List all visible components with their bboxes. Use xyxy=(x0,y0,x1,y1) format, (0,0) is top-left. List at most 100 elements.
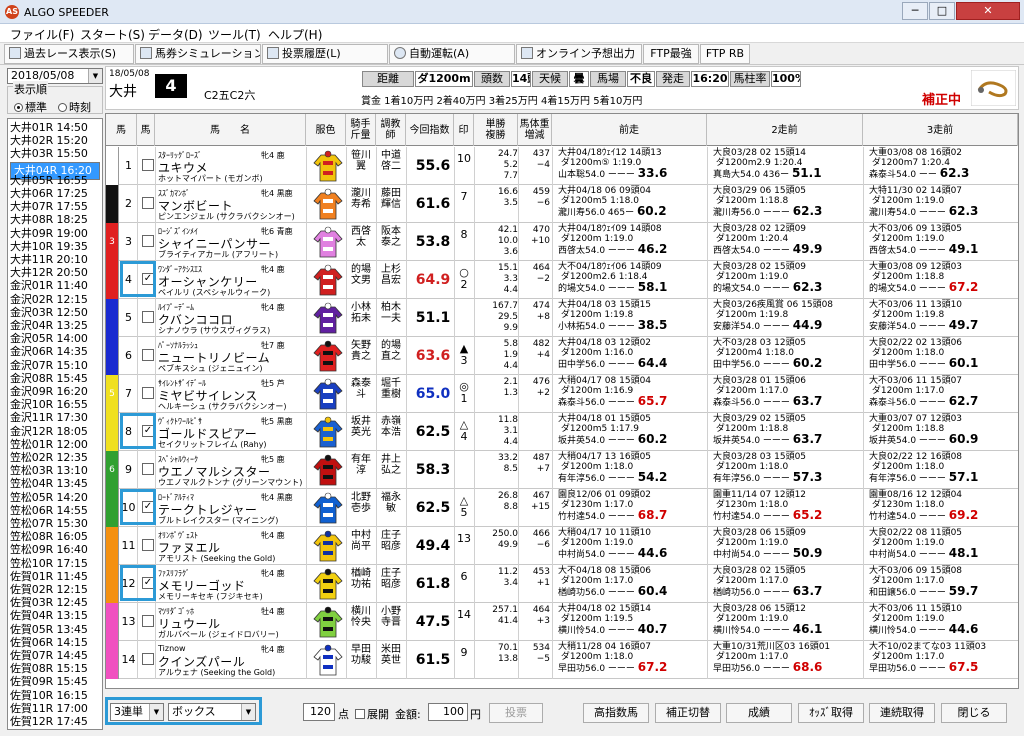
menu-file[interactable]: ファイル(F) xyxy=(10,26,74,43)
vote-button[interactable]: 投票 xyxy=(489,703,543,723)
menu-tools[interactable]: ツール(T) xyxy=(208,26,261,43)
table-row[interactable]: 10 ✓ ﾛｰﾄﾞｱﾙﾃｨﾏ 牝4 黒鹿 テークトレジャー ブルトレイクスター (マイニン… xyxy=(106,489,1018,527)
checkbox-unchecked-icon[interactable] xyxy=(142,653,154,665)
race-list-item[interactable]: 笠松07R 15:30 xyxy=(10,518,100,530)
race-list-item[interactable]: 佐賀05R 13:45 xyxy=(10,623,100,636)
table-row[interactable]: 3 3 ﾛｰｼﾞｽﾞｲﾝﾒｲ 牝6 青鹿 シャイニーパンサー ブライティアカール (アフリ… xyxy=(106,223,1018,261)
order-time-radio[interactable]: 時刻 xyxy=(58,99,91,115)
race-list-item[interactable]: 金沢09R 16:20 xyxy=(10,386,100,398)
table-row[interactable]: 2 ｽｽﾞｶﾏﾝﾎﾞ 牝4 黒鹿 マンボビート ピンエンジェル (サクラバクシンオー) 瀧… xyxy=(106,185,1018,223)
race-list-item[interactable]: 佐賀06R 14:15 xyxy=(10,636,100,649)
race-list-item[interactable]: 笠松09R 16:40 xyxy=(10,544,100,556)
race-list-item[interactable]: 金沢10R 16:55 xyxy=(10,399,100,411)
table-row[interactable]: 6 ﾊﾟｰｿﾅﾙﾗｯｼｭ 牡7 鹿ニュートリノビーム ペブキスシュ (ジェニュイン) 矢… xyxy=(106,337,1018,375)
race-list-item[interactable]: 大井12R 20:50 xyxy=(10,267,100,279)
checkbox-unchecked-icon[interactable] xyxy=(142,159,154,171)
race-list-item[interactable]: 大井08R 18:25 xyxy=(10,214,100,226)
race-list-item[interactable]: 笠松02R 12:35 xyxy=(10,452,100,464)
checkbox-unchecked-icon[interactable] xyxy=(142,539,154,551)
race-list-item[interactable]: 佐賀09R 15:45 xyxy=(10,676,100,688)
checkbox-unchecked-icon[interactable] xyxy=(142,615,154,627)
table-row[interactable]: 13 ﾏﾂﾘﾀﾞｺﾞｯﾎ 牡4 鹿リュウール ガルバベール (ジェイドロバリー) 横川怜… xyxy=(106,603,1018,641)
checkbox-unchecked-icon[interactable] xyxy=(142,311,154,323)
table-row[interactable]: 6 9 ｽﾍﾟｼｬﾙｳｨｰｸ 牝5 鹿ウエノマルシスター ウエノマルクトンナ (グリーン… xyxy=(106,451,1018,489)
checkbox-unchecked-icon[interactable] xyxy=(142,349,154,361)
race-list-item[interactable]: 佐賀11R 17:00 xyxy=(10,702,100,715)
checkbox-unchecked-icon[interactable] xyxy=(142,387,154,399)
past-race-line: 的場文54.0 ーーー 62.3 xyxy=(713,280,823,294)
order-standard-radio[interactable]: 標準 xyxy=(14,99,47,115)
race-list-item[interactable]: 佐賀01R 11:45 xyxy=(10,570,100,583)
race-list-item[interactable]: 佐賀03R 12:45 xyxy=(10,597,100,609)
race-list-item[interactable]: 金沢03R 12:50 xyxy=(10,306,100,319)
race-list-item[interactable]: 佐賀02R 12:15 xyxy=(10,584,100,596)
expand-checkbox[interactable]: 展開 xyxy=(355,706,389,722)
checkbox-unchecked-icon[interactable] xyxy=(142,235,154,247)
bet-method-select[interactable]: ボックス ▼ xyxy=(168,703,256,721)
race-list-item[interactable]: 大井11R 20:10 xyxy=(10,254,100,266)
table-row[interactable]: 4 ✓ ﾜﾝﾀﾞｰｱｸｼｽｴｽ 牝4 鹿オーシャンケリー ベイルリ (スペシャルウィーク… xyxy=(106,261,1018,299)
race-list-item[interactable]: 金沢02R 12:15 xyxy=(10,293,100,306)
race-list-item[interactable]: 金沢12R 18:05 xyxy=(10,425,100,438)
race-list-item[interactable]: 大井07R 17:55 xyxy=(10,201,100,213)
table-row[interactable]: 5 7 ｻｲﾚﾝﾄｻﾞｲﾃﾞｰﾙ 牡5 芦ミヤビサイレンス ヘルキーシュ (サクラバクシ… xyxy=(106,375,1018,413)
race-list-item[interactable]: 笠松10R 17:15 xyxy=(10,557,100,570)
table-row[interactable]: 8 ✓ ｳﾞｨｸﾄﾜｰﾙﾋﾟｻ 牝5 黒鹿 ゴールドスピアー セイクリットフレイム (Ra… xyxy=(106,413,1018,451)
ticket-simulation-button[interactable]: 馬券シミュレーション(B) xyxy=(135,44,261,64)
race-list-item[interactable]: 大井03R 15:50 xyxy=(10,148,100,160)
race-list-item[interactable]: 金沢06R 14:35 xyxy=(10,346,100,358)
race-list-item[interactable]: 大井10R 19:35 xyxy=(10,240,100,253)
race-list-item[interactable]: 金沢01R 11:40 xyxy=(10,280,100,292)
odds-fetch-button[interactable]: ｵｯｽﾞ取得 xyxy=(798,703,864,723)
race-list-item[interactable]: 金沢07R 15:10 xyxy=(10,359,100,372)
race-list-item[interactable]: 大井06R 17:25 xyxy=(10,188,100,200)
points-field[interactable]: 120 xyxy=(303,703,335,721)
race-list-item[interactable]: 笠松08R 16:05 xyxy=(10,531,100,543)
close-window-button[interactable]: ✕ xyxy=(956,2,1020,20)
auto-run-button[interactable]: 自動運転(A) xyxy=(389,44,515,64)
race-list-item[interactable]: 金沢05R 14:00 xyxy=(10,333,100,345)
race-list-item[interactable]: 金沢08R 15:45 xyxy=(10,372,100,385)
ftp-best-button[interactable]: FTP最強 xyxy=(643,44,699,64)
continuous-fetch-button[interactable]: 連続取得 xyxy=(869,703,935,723)
past-race-button[interactable]: 過去レース表示(S) xyxy=(4,44,134,64)
menu-help[interactable]: ヘルプ(H) xyxy=(268,26,322,43)
race-list-item[interactable]: 金沢11R 17:30 xyxy=(10,412,100,424)
close-button[interactable]: 閉じる xyxy=(941,703,1007,723)
race-list-item[interactable]: 佐賀04R 13:15 xyxy=(10,610,100,622)
table-row[interactable]: 5 ﾙｲﾌﾟｰﾃﾞｰﾑ 牝4 鹿クバンココロ シナノウラ (サウスヴィグラス) 小林拓未… xyxy=(106,299,1018,337)
race-list-item[interactable]: 大井05R 16:55 xyxy=(10,174,100,187)
ftp-rb-button[interactable]: FTP RB xyxy=(700,44,750,64)
checkbox-unchecked-icon[interactable] xyxy=(142,463,154,475)
table-row[interactable]: 11 ｵﾘﾝﾎﾟｳﾞｪｽﾄ 牝4 鹿ファヌエル アモリスト (Seeking the … xyxy=(106,527,1018,565)
maximize-button[interactable]: □ xyxy=(929,2,955,20)
table-row[interactable]: 12 ✓ ﾌｧｽﾘﾌﾗｸﾞ 牝4 鹿メモリーゴッド メモリーキセキ (フジキセキ) 楢崎功… xyxy=(106,565,1018,603)
online-prediction-button[interactable]: オンライン予想出力 xyxy=(516,44,642,64)
race-list-item[interactable]: 笠松01R 12:00 xyxy=(10,438,100,451)
race-list-item[interactable]: 笠松06R 14:55 xyxy=(10,504,100,517)
bet-type-select[interactable]: 3連単 ▼ xyxy=(110,703,164,721)
results-button[interactable]: 成績 xyxy=(726,703,792,723)
race-list-item[interactable]: 佐賀12R 17:45 xyxy=(10,716,100,728)
amount-field[interactable]: 100 xyxy=(428,703,468,721)
menu-data[interactable]: データ(D) xyxy=(148,26,203,43)
vote-history-button[interactable]: 投票履歴(L) xyxy=(262,44,388,64)
checkbox-unchecked-icon[interactable] xyxy=(142,197,154,209)
race-list-item[interactable]: 大井02R 15:20 xyxy=(10,135,100,147)
race-list-item[interactable]: 笠松05R 14:20 xyxy=(10,491,100,504)
high-index-button[interactable]: 高指数馬 xyxy=(583,703,649,723)
race-list-item[interactable]: 大井01R 14:50 xyxy=(10,122,100,134)
correction-toggle-button[interactable]: 補正切替 xyxy=(655,703,721,723)
race-list-item[interactable]: 佐賀08R 15:15 xyxy=(10,663,100,675)
table-row[interactable]: 1 ｽﾀｰﾘｯｸﾞﾛｰｽﾞ 牝4 鹿ユキウメ ホットマイパート (モガンボ) 笹川翼 中道… xyxy=(106,147,1018,185)
race-list-item[interactable]: 笠松03R 13:10 xyxy=(10,465,100,477)
past-index: 63.7 xyxy=(792,432,823,446)
race-list-item[interactable]: 笠松04R 13:45 xyxy=(10,478,100,490)
minimize-button[interactable]: ─ xyxy=(902,2,928,20)
table-row[interactable]: 14 Tiznow 牝4 鹿クインズパール アルウェナ (Seeking the Go… xyxy=(106,641,1018,679)
menu-start[interactable]: スタート(S) xyxy=(80,26,145,43)
race-list-item[interactable]: 佐賀07R 14:45 xyxy=(10,650,100,662)
race-list-item[interactable]: 金沢04R 13:25 xyxy=(10,320,100,332)
race-list-item[interactable]: 佐賀10R 16:15 xyxy=(10,689,100,702)
race-list-item[interactable]: 大井09R 19:00 xyxy=(10,227,100,240)
